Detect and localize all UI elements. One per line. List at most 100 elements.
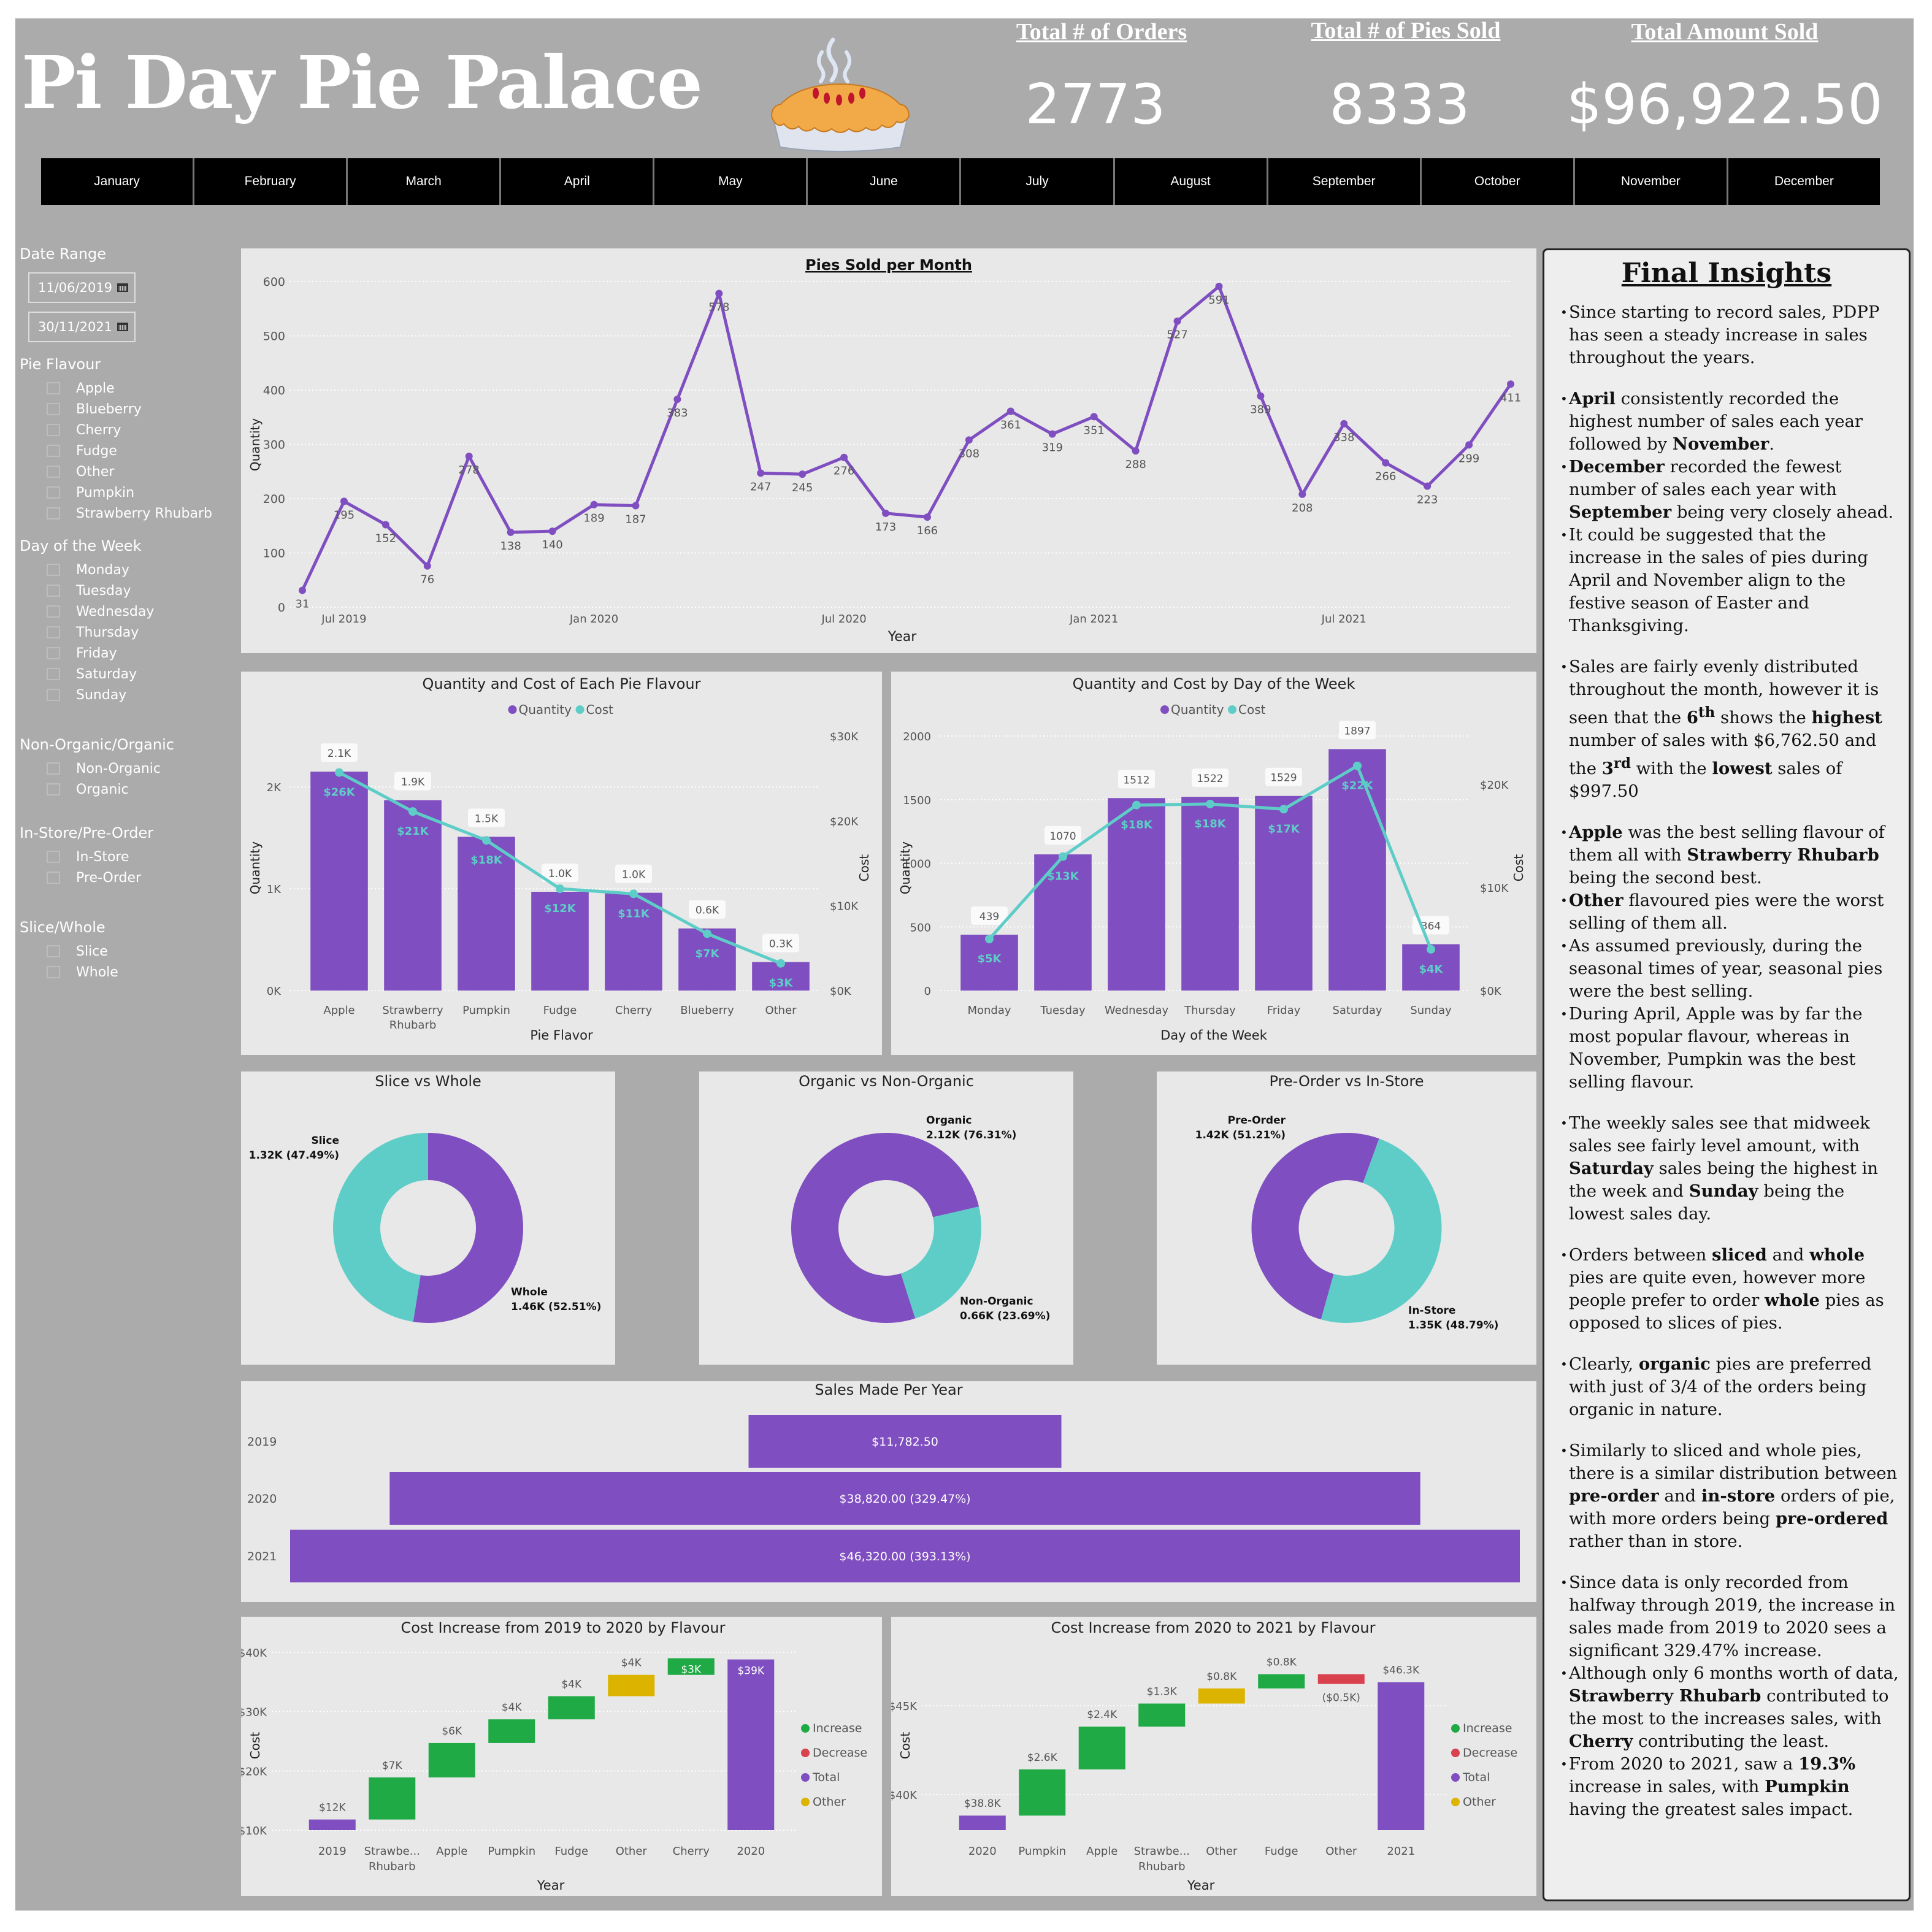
filter-option-label: In-Store	[76, 849, 129, 865]
slice-value-label: 2.12K (76.31%)	[926, 1129, 1016, 1141]
filter-option[interactable]: Apple	[20, 378, 234, 399]
checkbox[interactable]	[47, 945, 60, 957]
month-button-june[interactable]: June	[808, 158, 962, 205]
legend-label: Total	[1462, 1771, 1490, 1784]
filter-option[interactable]: Monday	[20, 559, 234, 580]
checkbox[interactable]	[47, 626, 60, 638]
filter-option[interactable]: Organic	[20, 779, 234, 800]
month-button-december[interactable]: December	[1728, 158, 1880, 205]
x-axis-label: Year	[1187, 1878, 1215, 1893]
donut-slice	[413, 1133, 524, 1323]
insight-item: Clearly, organic pies are preferred with…	[1560, 1353, 1901, 1421]
filter-option[interactable]: Whole	[20, 962, 234, 983]
month-button-july[interactable]: July	[961, 158, 1115, 205]
month-button-november[interactable]: November	[1574, 158, 1728, 205]
checkbox[interactable]	[47, 382, 60, 394]
insight-item: During April, Apple was by far the most …	[1560, 1003, 1901, 1094]
x-tick-label: Cherry	[615, 1004, 653, 1017]
month-button-january[interactable]: January	[41, 158, 195, 205]
calendar-icon[interactable]	[117, 323, 128, 331]
month-button-may[interactable]: May	[654, 158, 808, 205]
checkbox[interactable]	[47, 466, 60, 478]
checkbox[interactable]	[47, 966, 60, 978]
chart-title: Cost Increase from 2020 to 2021 by Flavo…	[1051, 1619, 1375, 1636]
filter-option[interactable]: Thursday	[20, 622, 234, 643]
start-date-input[interactable]: 11/06/2019	[28, 272, 136, 303]
calendar-icon[interactable]	[117, 283, 128, 292]
data-point	[423, 562, 431, 570]
checkbox[interactable]	[47, 507, 60, 519]
checkbox[interactable]	[47, 872, 60, 884]
checkbox[interactable]	[47, 647, 60, 659]
filter-option[interactable]: Blueberry	[20, 399, 234, 420]
month-button-april[interactable]: April	[501, 158, 655, 205]
filter-option[interactable]: Pumpkin	[20, 482, 234, 503]
slice-name-label: Pre-Order	[1228, 1114, 1286, 1127]
filter-option-label: Organic	[76, 781, 129, 797]
filter-option[interactable]: Strawberry Rhubarb	[20, 503, 234, 524]
filter-option[interactable]: Fudge	[20, 440, 234, 461]
month-button-february[interactable]: February	[194, 158, 348, 205]
filter-option[interactable]: Cherry	[20, 420, 234, 440]
bar-data-label: $4K	[561, 1679, 582, 1691]
waterfall-bar	[1378, 1682, 1425, 1830]
data-point	[840, 453, 848, 461]
x-tick-label: Tuesday	[1040, 1004, 1086, 1017]
checkbox[interactable]	[47, 585, 60, 597]
month-button-march[interactable]: March	[348, 158, 502, 205]
data-label: 411	[1500, 391, 1521, 404]
data-point	[548, 527, 556, 535]
data-point	[1257, 392, 1265, 400]
checkbox[interactable]	[47, 486, 60, 499]
month-button-october[interactable]: October	[1421, 158, 1575, 205]
checkbox[interactable]	[47, 689, 60, 701]
data-label: 591	[1208, 294, 1229, 307]
x-tick-label: Pumpkin	[462, 1004, 510, 1017]
filter-option[interactable]: In-Store	[20, 846, 234, 867]
data-point	[1507, 380, 1514, 388]
insight-item: It could be suggested that the increase …	[1560, 524, 1901, 637]
cost-point	[408, 807, 417, 816]
cost-data-label: $18K	[1194, 818, 1227, 830]
insight-item: Since starting to record sales, PDPP has…	[1560, 301, 1901, 369]
data-point	[340, 497, 348, 505]
checkbox[interactable]	[47, 851, 60, 863]
y-tick-label: 2000	[903, 730, 931, 743]
insight-item: Similarly to sliced and whole pies, ther…	[1560, 1439, 1901, 1553]
x-tick-label: Rhubarb	[389, 1019, 437, 1032]
filter-option[interactable]: Saturday	[20, 664, 234, 684]
data-point	[1382, 459, 1390, 467]
y-tick-label: 1500	[903, 794, 931, 807]
checkbox[interactable]	[47, 403, 60, 415]
filter-option[interactable]: Slice	[20, 941, 234, 962]
month-button-august[interactable]: August	[1114, 158, 1268, 205]
checkbox[interactable]	[47, 424, 60, 436]
cost-point	[703, 929, 711, 938]
checkbox[interactable]	[47, 668, 60, 680]
end-date-input[interactable]: 30/11/2021	[28, 312, 136, 342]
checkbox[interactable]	[47, 605, 60, 618]
checkbox[interactable]	[47, 783, 60, 795]
filter-option[interactable]: Pre-Order	[20, 867, 234, 888]
data-label: 578	[708, 301, 729, 313]
filter-option[interactable]: Non-Organic	[20, 758, 234, 779]
date-range-label: Date Range	[20, 245, 107, 263]
filter-option[interactable]: Tuesday	[20, 580, 234, 601]
checkbox[interactable]	[47, 564, 60, 576]
waterfall-bar	[548, 1696, 595, 1720]
checkbox[interactable]	[47, 762, 60, 775]
checkbox[interactable]	[47, 445, 60, 457]
x-tick-label: Fudge	[554, 1845, 588, 1858]
slice-name-label: Organic	[926, 1114, 972, 1127]
data-point	[882, 509, 890, 517]
filter-option[interactable]: Wednesday	[20, 601, 234, 622]
bar-data-label: $4K	[621, 1657, 642, 1669]
insight-item: December recorded the fewest number of s…	[1560, 456, 1901, 524]
bar-data-label: $39K	[737, 1665, 764, 1677]
funnel-category-label: 2020	[247, 1492, 277, 1506]
filter-option[interactable]: Sunday	[20, 684, 234, 705]
filter-option[interactable]: Other	[20, 461, 234, 482]
filter-panel: Date Range 11/06/2019 30/11/2021 Pie Fla…	[20, 245, 234, 983]
month-button-september[interactable]: September	[1268, 158, 1422, 205]
filter-option[interactable]: Friday	[20, 643, 234, 664]
